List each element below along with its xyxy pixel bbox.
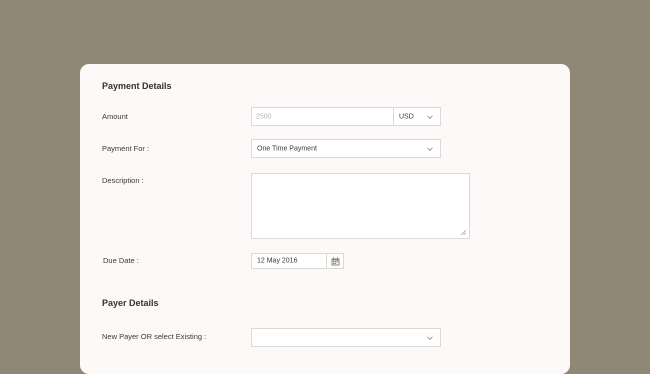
amount-label: Amount [102,112,128,121]
payer-details-heading: Payer Details [102,298,159,308]
payment-for-label: Payment For : [102,144,150,153]
payer-select-label: New Payer OR select Existing : [102,332,207,341]
chevron-down-icon [427,112,433,119]
chevron-down-icon [427,144,433,151]
payer-select[interactable] [251,328,441,347]
currency-select[interactable]: USD [394,108,440,125]
payment-for-select[interactable]: One Time Payment [251,139,441,158]
payment-for-value: One Time Payment [257,145,317,152]
calendar-icon [331,257,340,266]
due-date-input[interactable]: 12 May 2016 [251,253,327,269]
payment-form-card: Payment Details Amount 2500 USD Payment … [80,64,570,374]
calendar-button[interactable] [326,253,344,269]
due-date-label: Due Date : [103,256,139,265]
resize-handle-icon[interactable] [460,229,466,235]
chevron-down-icon [427,333,433,340]
description-label: Description : [102,176,144,185]
amount-group: 2500 USD [251,107,441,126]
amount-input[interactable]: 2500 [251,107,393,126]
amount-placeholder: 2500 [256,113,272,120]
currency-value: USD [399,113,414,120]
description-textarea[interactable] [251,173,470,239]
due-date-value: 12 May 2016 [257,257,298,265]
payment-details-heading: Payment Details [102,81,172,91]
